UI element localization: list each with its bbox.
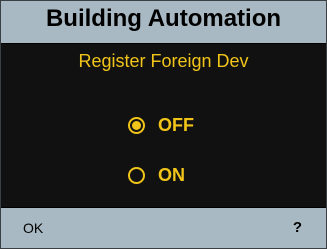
radio-option-off[interactable]: OFF xyxy=(128,113,194,137)
content-panel: Register Foreign Dev OFF ON xyxy=(1,43,326,208)
device-screen: Building Automation Register Foreign Dev… xyxy=(0,0,327,249)
radio-unselected-icon[interactable] xyxy=(128,166,145,184)
footer-bar: OK ? xyxy=(1,208,326,248)
page-title: Building Automation xyxy=(45,5,282,32)
help-button[interactable]: ? xyxy=(293,219,302,236)
radio-option-on[interactable]: ON xyxy=(128,163,185,187)
header-bar: Building Automation xyxy=(1,1,326,43)
setting-title: Register Foreign Dev xyxy=(78,51,249,71)
radio-selected-icon[interactable] xyxy=(128,116,145,134)
radio-label-on: ON xyxy=(158,164,185,185)
radio-label-off: OFF xyxy=(158,114,194,135)
ok-button[interactable]: OK xyxy=(23,220,43,236)
